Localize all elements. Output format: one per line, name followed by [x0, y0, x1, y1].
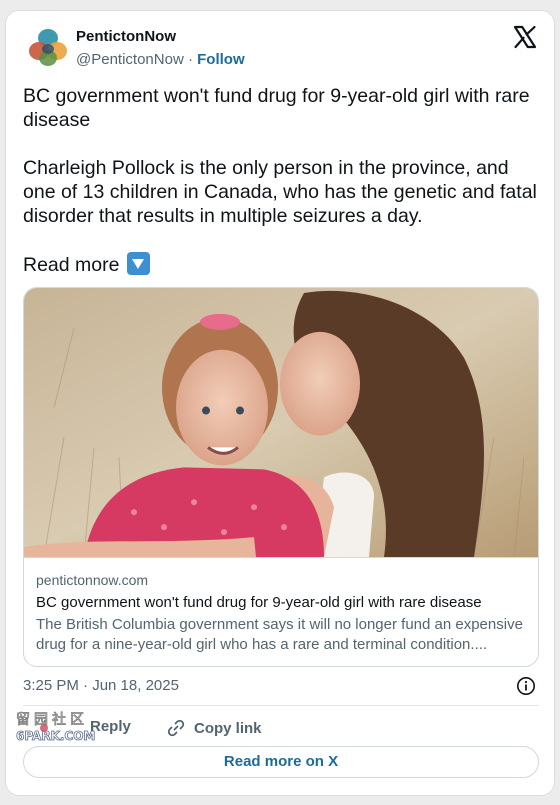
- embedded-post-card: PentictonNow @PentictonNow · Follow BC g…: [5, 10, 555, 796]
- info-icon[interactable]: [516, 676, 536, 696]
- author-name[interactable]: PentictonNow: [76, 28, 176, 45]
- copy-link-button[interactable]: Copy link: [166, 718, 262, 738]
- read-more-on-x-button[interactable]: Read more on X: [23, 746, 539, 778]
- post-timestamp[interactable]: 3:25 PM · Jun 18, 2025: [23, 677, 179, 694]
- svg-text:留园社区: 留园社区: [16, 712, 88, 728]
- link-title: BC government won't fund drug for 9-year…: [36, 594, 482, 611]
- post-body: Charleigh Pollock is the only person in …: [23, 157, 537, 227]
- post-read-more-line: Read more: [23, 252, 538, 277]
- actions-divider: [23, 705, 539, 706]
- post-text: BC government won't fund drug for 9-year…: [23, 84, 538, 277]
- copy-link-label: Copy link: [194, 719, 262, 737]
- author-handle[interactable]: @PentictonNow: [76, 51, 184, 68]
- follow-button[interactable]: Follow: [197, 51, 245, 68]
- down-arrow-emoji-icon: [126, 252, 150, 275]
- link-description: The British Columbia government says it …: [36, 616, 523, 653]
- separator-dot: ·: [187, 51, 193, 68]
- author-handle-row: @PentictonNow · Follow: [76, 51, 245, 68]
- link-preview-card[interactable]: pentictonnow.com BC government won't fun…: [23, 287, 539, 667]
- link-domain: pentictonnow.com: [36, 572, 149, 588]
- reply-label: Reply: [90, 718, 131, 735]
- link-icon: [167, 719, 185, 737]
- article-photo: [24, 288, 538, 558]
- read-more-text: Read more: [23, 254, 120, 276]
- reply-button[interactable]: Reply: [90, 718, 131, 735]
- svg-text:6PARK.COM: 6PARK.COM: [16, 729, 95, 743]
- x-logo-icon[interactable]: [513, 25, 537, 49]
- pentictonnow-logo-icon[interactable]: [24, 24, 72, 72]
- post-headline: BC government won't fund drug for 9-year…: [23, 85, 530, 131]
